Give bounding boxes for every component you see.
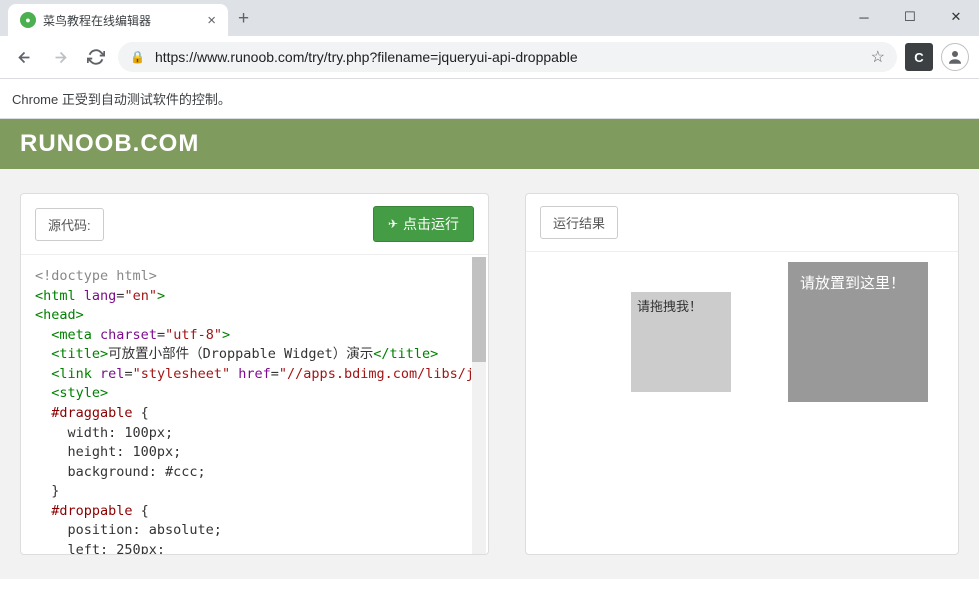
editor-layout: 源代码: ✈ 点击运行 <!doctype html> <html lang="… <box>0 169 979 579</box>
result-panel-header: 运行结果 <box>526 194 958 252</box>
scrollbar-thumb[interactable] <box>472 257 486 362</box>
result-preview: 请拖拽我！ 请放置到这里！ <box>526 252 958 554</box>
lock-icon: 🔒 <box>130 50 145 64</box>
site-logo: RUNOOB.COM <box>0 119 979 169</box>
source-panel-header: 源代码: ✈ 点击运行 <box>21 194 488 255</box>
close-tab-icon[interactable]: × <box>207 12 216 29</box>
automation-info-bar: Chrome 正受到自动测试软件的控制。 <box>0 79 979 119</box>
run-button[interactable]: ✈ 点击运行 <box>373 206 474 242</box>
code-content[interactable]: <!doctype html> <html lang="en"> <head> … <box>21 255 488 554</box>
forward-button[interactable] <box>46 43 74 71</box>
maximize-button[interactable]: ☐ <box>887 2 933 32</box>
code-editor[interactable]: <!doctype html> <html lang="en"> <head> … <box>21 255 488 554</box>
favicon-icon: ● <box>20 12 36 28</box>
extension-icon[interactable]: C <box>905 43 933 71</box>
result-label: 运行结果 <box>540 206 618 239</box>
profile-avatar-icon[interactable] <box>941 43 969 71</box>
source-panel: 源代码: ✈ 点击运行 <!doctype html> <html lang="… <box>20 193 489 555</box>
bookmark-icon[interactable]: ☆ <box>871 47 885 67</box>
address-bar: 🔒 https://www.runoob.com/try/try.php?fil… <box>0 36 979 79</box>
run-button-label: 点击运行 <box>403 214 459 234</box>
new-tab-button[interactable]: + <box>228 2 259 36</box>
draggable-widget[interactable]: 请拖拽我！ <box>631 292 731 392</box>
scrollbar-track[interactable] <box>472 257 486 554</box>
minimize-button[interactable]: ─ <box>841 2 887 32</box>
result-panel: 运行结果 请拖拽我！ 请放置到这里！ <box>525 193 959 555</box>
browser-tab[interactable]: ● 菜鸟教程在线编辑器 × <box>8 4 228 36</box>
reload-button[interactable] <box>82 43 110 71</box>
tab-title: 菜鸟教程在线编辑器 <box>43 12 200 29</box>
close-window-button[interactable]: ✕ <box>933 2 979 32</box>
window-controls: ─ ☐ ✕ <box>841 2 979 32</box>
url-text: https://www.runoob.com/try/try.php?filen… <box>155 49 861 65</box>
droppable-widget[interactable]: 请放置到这里！ <box>788 262 928 402</box>
url-input[interactable]: 🔒 https://www.runoob.com/try/try.php?fil… <box>118 42 897 72</box>
code-scrollbar[interactable] <box>472 257 486 554</box>
tab-bar: ● 菜鸟教程在线编辑器 × + <box>0 0 979 36</box>
source-label: 源代码: <box>35 208 104 241</box>
browser-chrome: ─ ☐ ✕ ● 菜鸟教程在线编辑器 × + 🔒 https://www.runo… <box>0 0 979 119</box>
back-button[interactable] <box>10 43 38 71</box>
send-icon: ✈ <box>388 217 398 231</box>
